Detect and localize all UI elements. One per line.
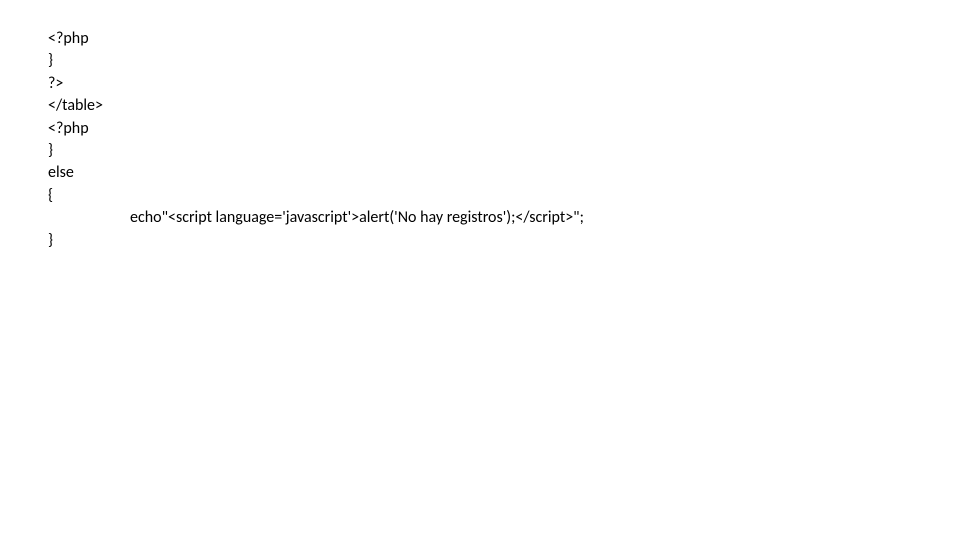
code-line-7: else bbox=[48, 162, 960, 184]
code-line-3: ?> bbox=[48, 73, 960, 95]
code-line-5: <?php bbox=[48, 118, 960, 140]
code-line-9: echo"<script language='javascript'>alert… bbox=[48, 207, 960, 229]
code-line-10: } bbox=[48, 230, 960, 252]
code-line-8: { bbox=[48, 185, 960, 207]
code-line-4: </table> bbox=[48, 95, 960, 117]
code-line-6: } bbox=[48, 140, 960, 162]
code-line-1: <?php bbox=[48, 28, 960, 50]
code-line-2: } bbox=[48, 50, 960, 72]
